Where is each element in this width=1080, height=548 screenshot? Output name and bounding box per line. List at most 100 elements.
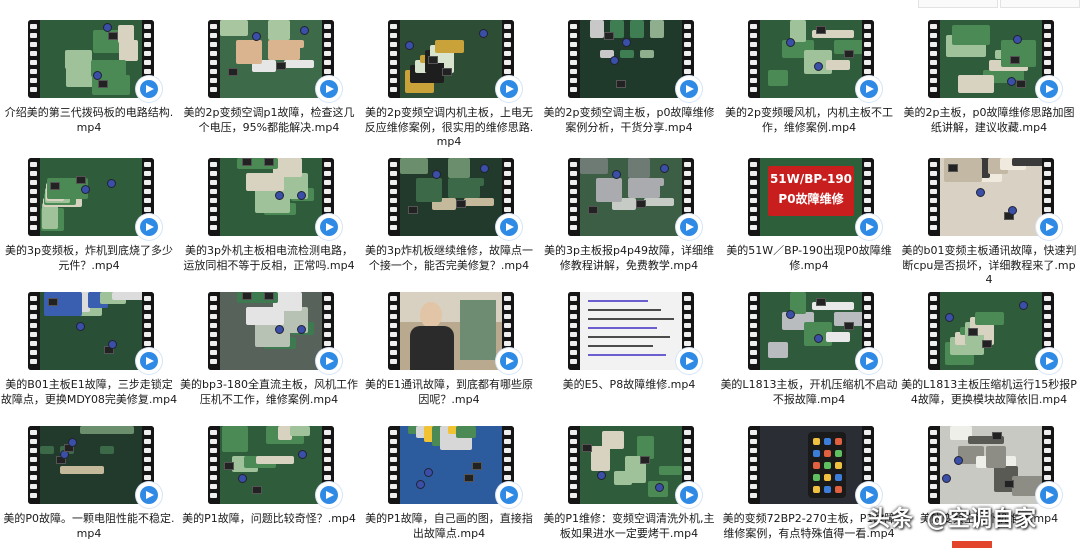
video-file-item[interactable]: 美的3p变频板，炸机到底烧了多少元件？.mp4 bbox=[0, 152, 178, 286]
video-file-item[interactable]: 美的E5、P8故障维修.mp4 bbox=[540, 286, 718, 420]
video-thumbnail[interactable] bbox=[28, 20, 154, 98]
video-thumbnail[interactable] bbox=[928, 158, 1054, 236]
capacitor bbox=[93, 71, 102, 80]
thumbnail-image bbox=[580, 426, 682, 504]
thumbnail-image bbox=[220, 426, 322, 504]
board-region bbox=[456, 426, 476, 438]
video-thumbnail[interactable] bbox=[208, 426, 334, 504]
video-thumbnail[interactable] bbox=[928, 292, 1054, 370]
video-file-item[interactable]: 美的2p主板，p0故障维修思路加图纸讲解，建议收藏.mp4 bbox=[900, 14, 1078, 148]
capacitor bbox=[405, 41, 414, 50]
video-thumbnail[interactable] bbox=[928, 426, 1054, 504]
video-file-item[interactable]: 美的3p主板报p4p49故障，详细维修教程讲解，免费教学.mp4 bbox=[540, 152, 718, 286]
video-file-item[interactable]: 51W/BP-190 P0故障维修 美的51W／BP-190出现P0故障维修.mp4 bbox=[720, 152, 898, 286]
video-thumbnail[interactable] bbox=[28, 158, 154, 236]
video-thumbnail[interactable] bbox=[568, 158, 694, 236]
handwriting-line bbox=[588, 300, 648, 302]
board-region bbox=[590, 20, 604, 38]
file-name-label: 美的B01主板E1故障，三步走锁定故障点，更换MDY08完美修复.mp4 bbox=[0, 378, 178, 406]
remote-key bbox=[813, 486, 820, 493]
handwriting-line bbox=[588, 354, 666, 356]
film-strip-holes bbox=[28, 20, 40, 98]
capacitor bbox=[275, 325, 284, 334]
video-file-item[interactable]: 美的P1故障，自己画的图，直接指出故障点.mp4 bbox=[360, 420, 538, 548]
remote-key bbox=[835, 474, 842, 481]
play-badge-icon bbox=[496, 482, 522, 508]
video-file-item[interactable]: 美的P0故障。一颗电阻性能不稳定.mp4 bbox=[0, 420, 178, 548]
video-thumbnail[interactable] bbox=[928, 20, 1054, 98]
video-thumbnail[interactable] bbox=[748, 20, 874, 98]
video-file-item[interactable]: 美的P1故障，问题比较奇怪？.mp4 bbox=[180, 420, 358, 548]
ic-chip bbox=[636, 200, 646, 208]
video-thumbnail[interactable]: 51W/BP-190 P0故障维修 bbox=[748, 158, 874, 236]
ic-chip bbox=[1016, 80, 1026, 88]
video-file-item[interactable]: 美的2p变频空调主板，p0故障维修案例分析，干货分享.mp4 bbox=[540, 14, 718, 148]
video-file-item[interactable]: 美的2p变频空调内机主板，上电无反应维修案例，很实用的维修思路.mp4 bbox=[360, 14, 538, 148]
video-thumbnail[interactable] bbox=[568, 426, 694, 504]
video-file-item[interactable]: 美的L1813主板，开机压缩机不启动不报故障.mp4 bbox=[720, 286, 898, 420]
ic-chip bbox=[48, 298, 58, 306]
board-region bbox=[268, 20, 290, 40]
video-file-item[interactable]: 美的2p变频暖风机，内机主板不工作，维修案例.mp4 bbox=[720, 14, 898, 148]
ic-chip bbox=[948, 164, 958, 172]
video-thumbnail[interactable] bbox=[748, 426, 874, 504]
capacitor bbox=[942, 474, 951, 483]
video-thumbnail[interactable] bbox=[28, 292, 154, 370]
remote-key bbox=[824, 462, 831, 469]
video-thumbnail[interactable] bbox=[388, 426, 514, 504]
video-thumbnail[interactable] bbox=[388, 292, 514, 370]
board-region bbox=[826, 332, 850, 342]
thumbnail-image bbox=[940, 426, 1042, 504]
film-strip-holes bbox=[28, 292, 40, 370]
play-badge-icon bbox=[496, 76, 522, 102]
board-region bbox=[630, 20, 644, 38]
film-strip-holes bbox=[568, 292, 580, 370]
file-name-label: 美的L1813主板压缩机运行15秒报P4故障，更换模块故障依旧.mp4 bbox=[901, 378, 1077, 406]
video-thumbnail[interactable] bbox=[568, 292, 694, 370]
ic-chip bbox=[604, 32, 614, 40]
capacitor bbox=[108, 340, 117, 349]
video-file-item[interactable]: 美的bp3-180全直流主板，风机工作压机不工作，维修案例.mp4 bbox=[180, 286, 358, 420]
video-file-item[interactable]: 美的E1通讯故障，到底都有哪些原因呢？.mp4 bbox=[360, 286, 538, 420]
film-strip-holes bbox=[388, 292, 400, 370]
video-file-item[interactable]: 美的3p外机主板相电流检测电路，运放同相不等于反相，正常吗.mp4 bbox=[180, 152, 358, 286]
thumbnail-image bbox=[400, 158, 502, 236]
video-thumbnail[interactable] bbox=[388, 158, 514, 236]
thumbnail-image bbox=[220, 20, 322, 98]
video-thumbnail[interactable] bbox=[28, 426, 154, 504]
video-thumbnail[interactable] bbox=[208, 20, 334, 98]
video-file-item[interactable]: 美的b01变频主板通讯故障，快速判断cpu是否损坏，详细教程来了.mp4 bbox=[900, 152, 1078, 286]
video-file-item[interactable]: 美的2p变频空调p1故障，检查这几个电压，95%都能解决.mp4 bbox=[180, 14, 358, 148]
video-file-item[interactable]: 介绍美的第三代拨码板的电路结构.mp4 bbox=[0, 14, 178, 148]
video-thumbnail[interactable] bbox=[208, 158, 334, 236]
ic-chip bbox=[816, 298, 826, 306]
handwriting-line bbox=[588, 327, 657, 329]
video-thumbnail[interactable] bbox=[388, 20, 514, 98]
title-card-line-2: P0故障维修 bbox=[778, 192, 844, 206]
thumbnail-image bbox=[580, 20, 682, 98]
capacitor bbox=[786, 310, 795, 319]
board-region bbox=[255, 188, 290, 213]
person-head bbox=[420, 302, 442, 328]
video-file-item[interactable]: 美的B01主板E1故障，三步走锁定故障点，更换MDY08完美修复.mp4 bbox=[0, 286, 178, 420]
capacitor bbox=[954, 456, 963, 465]
capacitor bbox=[81, 185, 90, 194]
board-region bbox=[112, 292, 142, 300]
video-thumbnail[interactable] bbox=[748, 292, 874, 370]
capacitor bbox=[107, 179, 116, 188]
video-file-item[interactable]: 美的P1维修：变频空调清洗外机,主板如果进水一定要烤干.mp4 bbox=[540, 420, 718, 548]
video-thumbnail[interactable] bbox=[568, 20, 694, 98]
capacitor bbox=[432, 170, 441, 179]
file-name-label: 美的P1故障，自己画的图，直接指出故障点.mp4 bbox=[365, 512, 533, 540]
video-thumbnail[interactable] bbox=[208, 292, 334, 370]
video-file-item[interactable]: 美的L1813主板压缩机运行15秒报P4故障，更换模块故障依旧.mp4 bbox=[900, 286, 1078, 420]
ic-chip bbox=[992, 432, 1002, 440]
ic-chip bbox=[98, 80, 108, 88]
thumbnail-image bbox=[580, 292, 682, 370]
ic-chip bbox=[464, 474, 474, 482]
file-name-label: 美的P1故障，问题比较奇怪？.mp4 bbox=[182, 512, 356, 525]
play-badge-icon bbox=[496, 348, 522, 374]
film-strip-holes bbox=[748, 292, 760, 370]
file-grid: 介绍美的第三代拨码板的电路结构.mp4 美的2p变频空调p1故障，检查这几个电压，… bbox=[0, 14, 1080, 548]
video-file-item[interactable]: 美的3p炸机板继续维修，故障点一个接一个，能否完美修复？.mp4 bbox=[360, 152, 538, 286]
